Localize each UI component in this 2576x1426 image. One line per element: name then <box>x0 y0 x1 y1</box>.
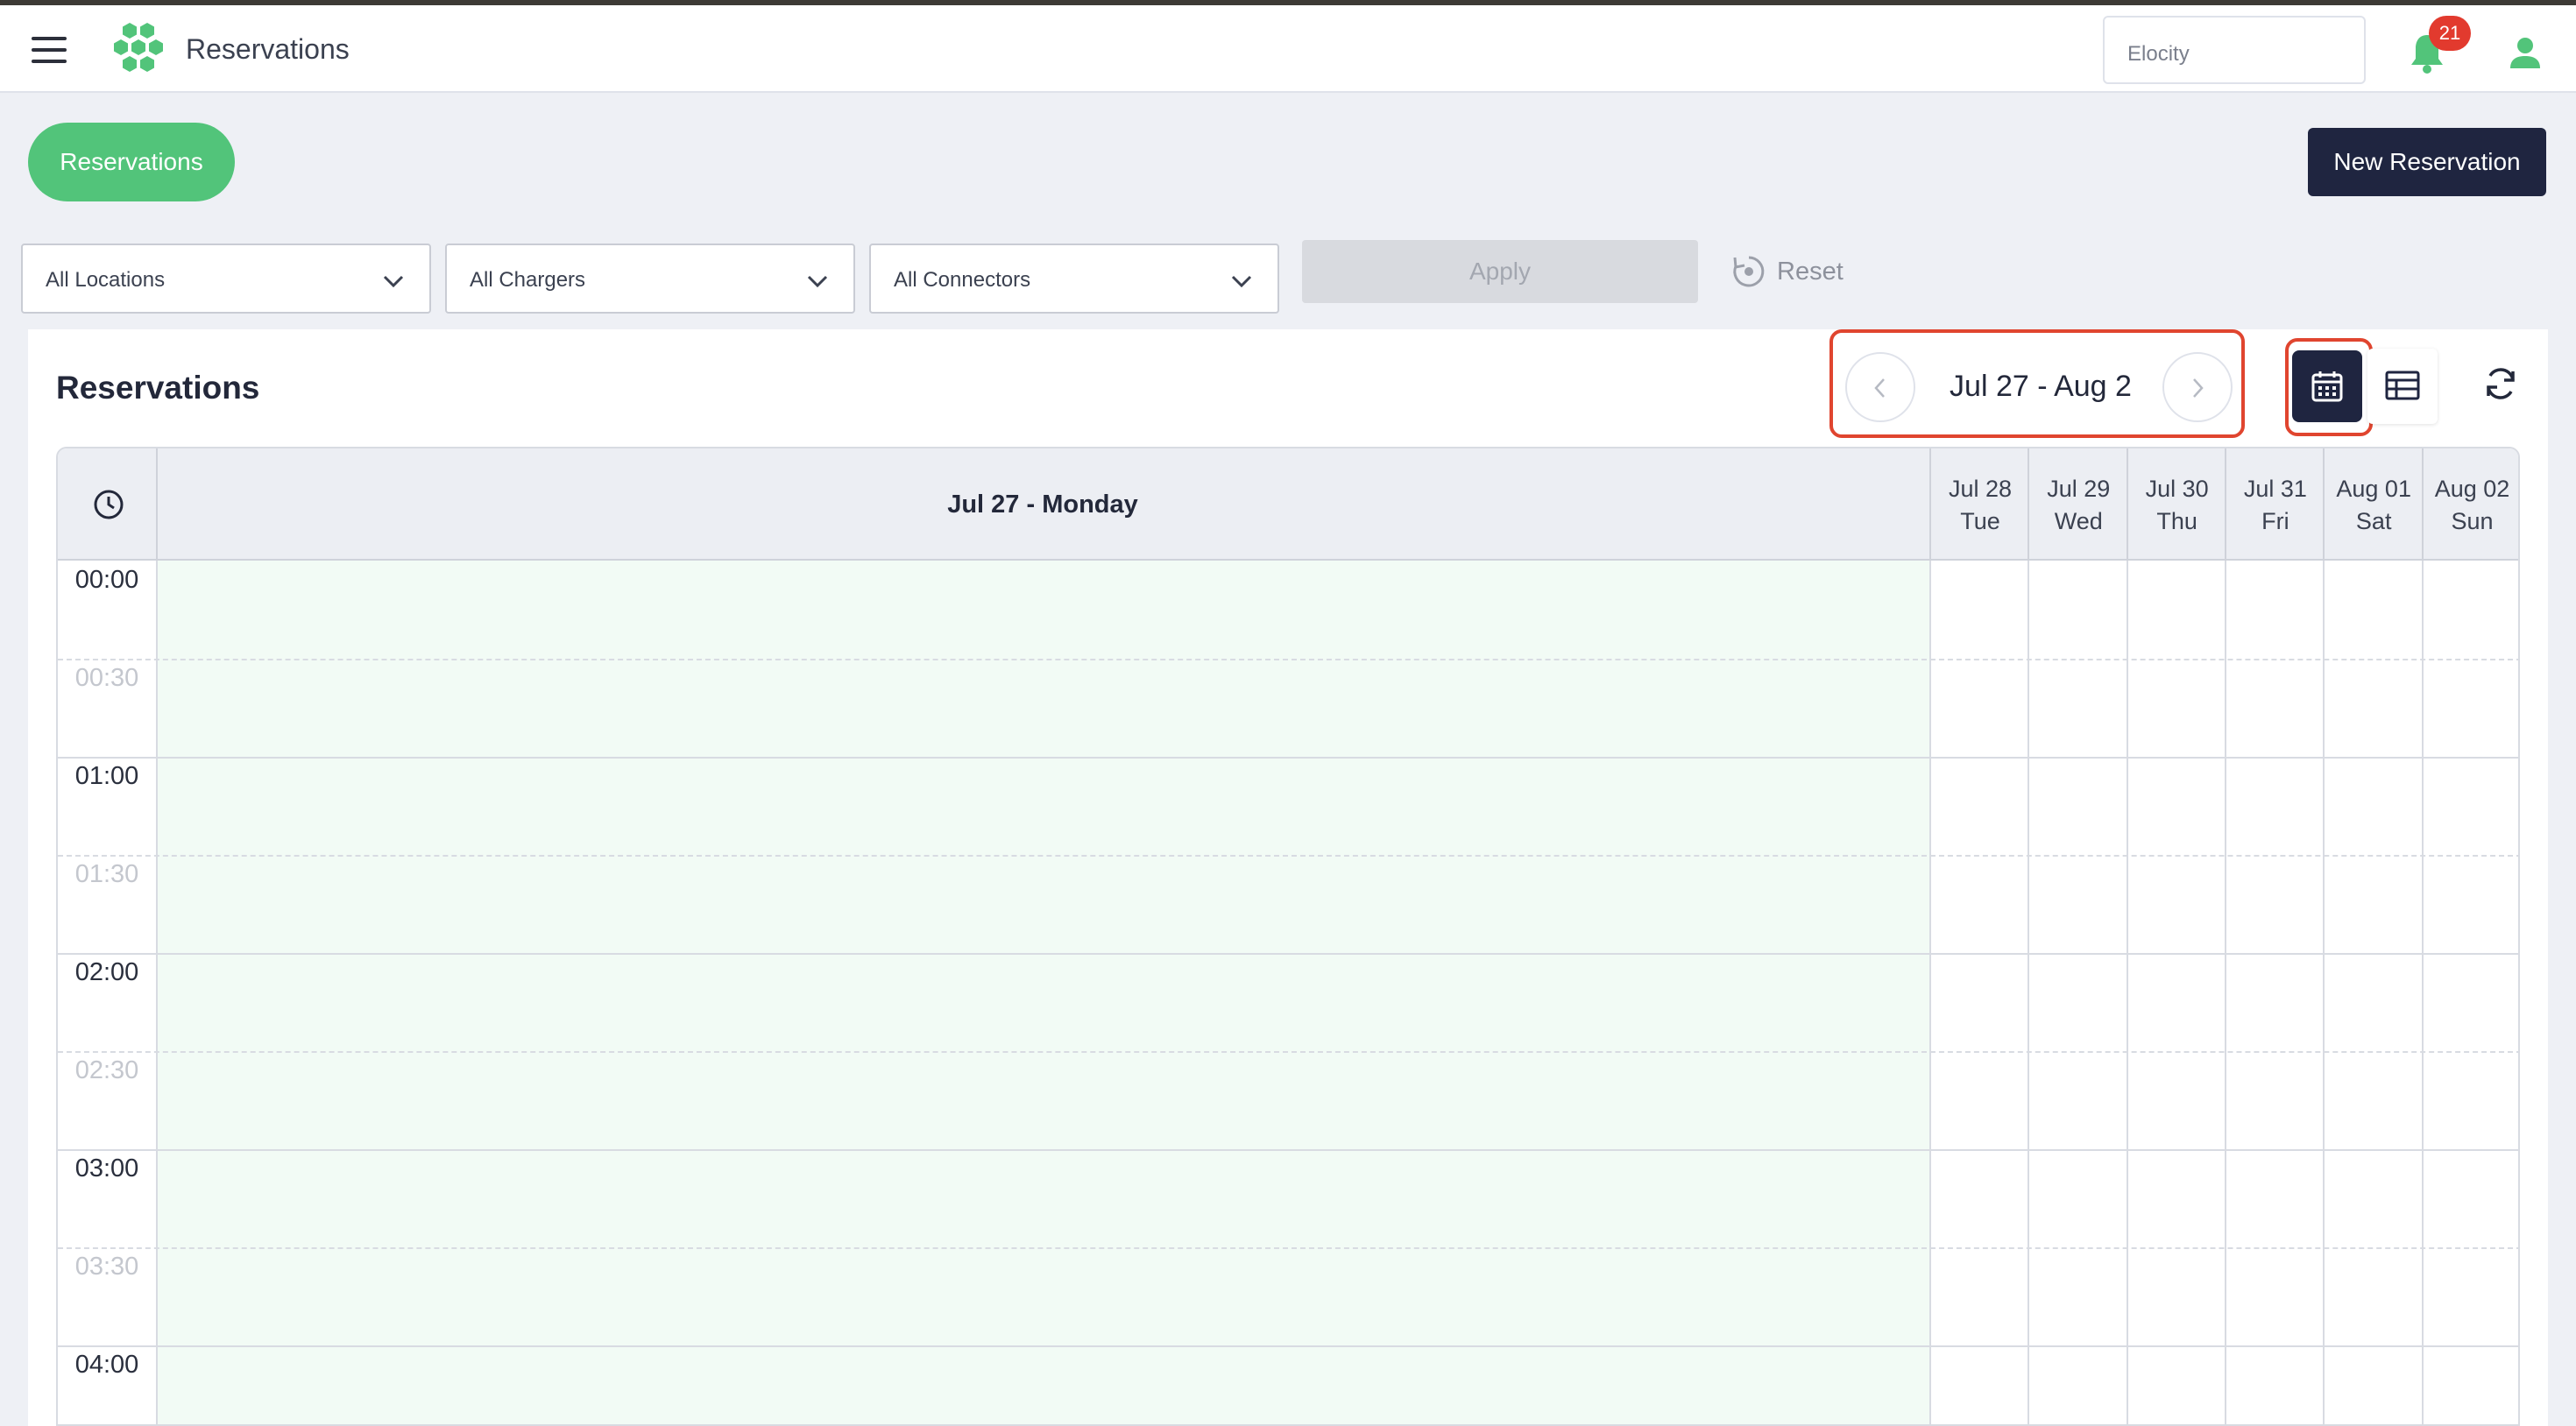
column-divider <box>2323 561 2325 1424</box>
header-column-divider <box>2028 448 2030 561</box>
header-column-divider <box>2421 448 2424 561</box>
reservations-tab-button[interactable]: Reservations <box>28 123 235 201</box>
day-header-weekday: Sat <box>2355 508 2392 534</box>
app-title: Reservations <box>186 33 350 65</box>
column-divider <box>2127 561 2128 1424</box>
time-label: 00:00 <box>74 566 139 594</box>
top-bar: Reservations Elocity 21 <box>0 5 2576 93</box>
time-label: 01:00 <box>74 762 139 790</box>
day-header-weekday: Thu <box>2156 508 2197 534</box>
previous-week-button[interactable] <box>1845 352 1915 422</box>
hour-divider <box>58 1149 2518 1151</box>
card-title: Reservations <box>56 370 260 406</box>
notification-badge: 21 <box>2429 16 2471 51</box>
half-hour-divider <box>58 1051 2518 1053</box>
hour-divider <box>58 953 2518 955</box>
day-header-date: Jul 29 <box>2047 476 2111 502</box>
chevron-down-icon <box>807 275 828 288</box>
locations-dropdown[interactable]: All Locations <box>21 244 431 314</box>
time-label: 01:30 <box>74 860 139 888</box>
selected-day-header: Jul 27 - Monday <box>947 491 1138 519</box>
day-header-2[interactable]: Jul 30 Thu <box>2128 473 2226 538</box>
apply-button[interactable]: Apply <box>1302 240 1698 303</box>
time-label: 03:00 <box>74 1154 139 1182</box>
calendar-header-row: Jul 27 - Monday Jul 28 Tue Jul 29 Wed Jul 30… <box>58 448 2519 561</box>
time-label: 02:00 <box>74 958 139 986</box>
header-column-divider <box>2323 448 2325 561</box>
reservations-card: Reservations Jul 27 - Aug 2 Jul 27 - Mon… <box>28 329 2548 1426</box>
hexagon-cluster-logo <box>114 23 163 72</box>
menu-icon[interactable] <box>32 37 67 63</box>
new-reservation-button[interactable]: New Reservation <box>2308 128 2546 196</box>
day-header-weekday: Sun <box>2451 508 2494 534</box>
day-header-4[interactable]: Aug 01 Sat <box>2325 473 2423 538</box>
refresh-icon[interactable] <box>2481 364 2520 403</box>
reset-icon <box>1733 256 1765 287</box>
chargers-dropdown-label: All Chargers <box>470 268 586 292</box>
time-label: 00:30 <box>74 664 139 692</box>
table-view-button[interactable] <box>2367 349 2438 424</box>
hour-divider <box>58 757 2518 759</box>
chevron-down-icon <box>1231 275 1252 288</box>
day-header-weekday: Fri <box>2261 508 2289 534</box>
half-hour-divider <box>58 659 2518 660</box>
time-label: 04:00 <box>74 1351 139 1379</box>
next-week-button[interactable] <box>2162 352 2233 422</box>
column-divider <box>1929 561 1931 1424</box>
chargers-dropdown[interactable]: All Chargers <box>445 244 855 314</box>
day-header-weekday: Tue <box>1960 508 2000 534</box>
day-header-date: Jul 28 <box>1948 476 2013 502</box>
day-header-3[interactable]: Jul 31 Fri <box>2226 473 2325 538</box>
chevron-right-icon <box>2193 378 2204 398</box>
day-header-date: Jul 31 <box>2243 476 2307 502</box>
chevron-down-icon <box>383 275 404 288</box>
chevron-left-icon <box>1874 378 1885 398</box>
time-label: 02:30 <box>74 1056 139 1084</box>
column-divider <box>2225 561 2226 1424</box>
header-column-divider <box>2126 448 2128 561</box>
column-divider <box>2028 561 2029 1424</box>
calendar-view-button[interactable] <box>2292 350 2362 422</box>
date-range-label: Jul 27 - Aug 2 <box>1950 370 2132 403</box>
connectors-dropdown-label: All Connectors <box>894 268 1031 292</box>
week-calendar-grid: Jul 27 - Monday Jul 28 Tue Jul 29 Wed Jul 30… <box>56 447 2520 1426</box>
calendar-icon <box>2311 371 2343 402</box>
user-icon[interactable] <box>2508 35 2543 70</box>
connectors-dropdown[interactable]: All Connectors <box>869 244 1279 314</box>
day-header-5[interactable]: Aug 02 Sun <box>2424 473 2519 538</box>
time-label: 03:30 <box>74 1253 139 1281</box>
half-hour-divider <box>58 855 2518 857</box>
hour-divider <box>58 1345 2518 1347</box>
day-header-date: Jul 30 <box>2145 476 2209 502</box>
column-divider <box>2422 561 2424 1424</box>
locations-dropdown-label: All Locations <box>46 268 166 292</box>
day-header-weekday: Wed <box>2054 508 2103 534</box>
day-header-1[interactable]: Jul 29 Wed <box>2029 473 2127 538</box>
date-range-navigator: Jul 27 - Aug 2 <box>1829 329 2245 438</box>
organization-select[interactable]: Elocity <box>2103 16 2366 84</box>
day-header-0[interactable]: Jul 28 Tue <box>1931 473 2029 538</box>
clock-icon <box>94 490 124 519</box>
table-icon <box>2385 371 2420 400</box>
day-header-date: Aug 02 <box>2434 476 2510 502</box>
reset-label: Reset <box>1777 258 1844 286</box>
half-hour-divider <box>58 1247 2518 1249</box>
selected-day-column[interactable] <box>156 561 1929 1424</box>
day-header-date: Aug 01 <box>2336 476 2411 502</box>
calendar-time-grid: 00:00 00:30 01:00 01:30 02:00 02:30 03:00 03:30… <box>58 561 2518 1424</box>
column-divider <box>156 561 158 1424</box>
header-column-divider <box>2224 448 2226 561</box>
